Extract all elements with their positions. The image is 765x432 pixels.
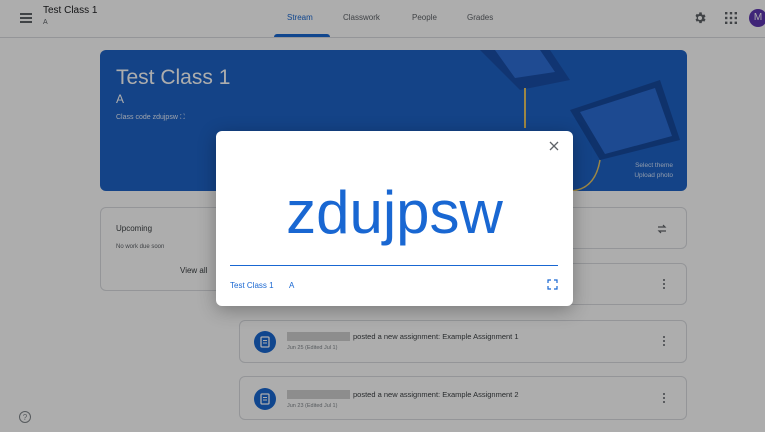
fullscreen-icon[interactable] — [547, 279, 558, 290]
dialog-section: A — [289, 281, 295, 290]
divider — [230, 265, 558, 266]
dialog-class-name: Test Class 1 — [230, 281, 274, 290]
class-code-large: zdujpsw — [286, 179, 503, 246]
close-icon[interactable] — [548, 140, 560, 152]
class-code-dialog: zdujpsw Test Class 1 A — [216, 131, 573, 306]
